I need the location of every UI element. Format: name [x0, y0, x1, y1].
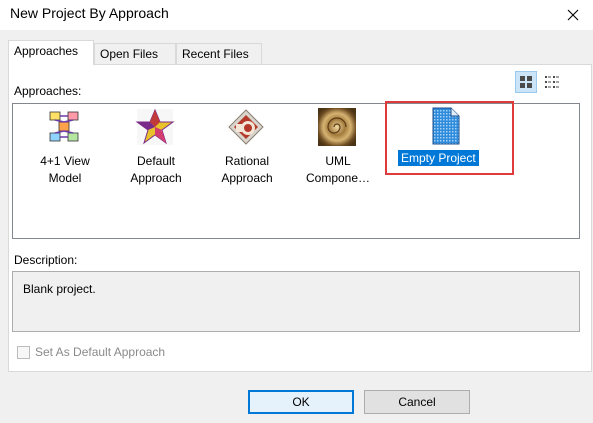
approach-label-line1: UML	[325, 154, 351, 168]
list-view-button[interactable]	[541, 71, 563, 93]
list-view-icon	[545, 76, 559, 88]
tab-open-files[interactable]: Open Files	[94, 43, 176, 64]
approaches-label: Approaches:	[14, 84, 82, 98]
description-text: Blank project.	[23, 282, 96, 296]
4plus1-view-icon	[49, 111, 79, 142]
approach-label-line1: Default	[136, 154, 176, 168]
empty-project-document-icon	[432, 107, 460, 145]
close-icon	[567, 9, 579, 21]
approaches-panel: Approaches: 4+1 View Model Default Appro…	[8, 64, 592, 372]
approach-label-line1: Rational	[224, 154, 270, 168]
approach-label-line1: Empty Project	[398, 150, 479, 166]
large-icons-view-icon	[520, 76, 532, 88]
large-icons-view-button[interactable]	[515, 71, 537, 93]
cancel-button[interactable]: Cancel	[364, 390, 470, 414]
approach-label-line2: Model	[48, 171, 82, 185]
description-box: Blank project.	[12, 271, 580, 332]
close-button[interactable]	[553, 0, 593, 30]
approach-label-line2: Approach	[130, 171, 182, 185]
approach-item-empty-project[interactable]: Empty Project	[385, 101, 514, 175]
default-approach-star-icon	[135, 108, 175, 145]
title-bar: New Project By Approach	[0, 0, 593, 30]
tab-approaches[interactable]: Approaches	[8, 40, 94, 65]
tab-recent-files[interactable]: Recent Files	[176, 43, 262, 64]
approaches-list[interactable]: 4+1 View Model Default Approach Rational…	[12, 101, 580, 239]
ok-button[interactable]: OK	[248, 390, 354, 414]
approach-label-line2: Compone…	[305, 171, 371, 185]
set-default-approach-label: Set As Default Approach	[35, 345, 166, 359]
approach-label-line2: Approach	[221, 171, 273, 185]
rational-approach-icon	[228, 109, 264, 145]
approach-label-line1: 4+1 View	[40, 154, 90, 168]
window-title: New Project By Approach	[10, 5, 169, 21]
uml-component-icon	[318, 108, 356, 146]
set-default-approach-checkbox[interactable]	[17, 346, 30, 359]
description-label: Description:	[14, 253, 78, 267]
